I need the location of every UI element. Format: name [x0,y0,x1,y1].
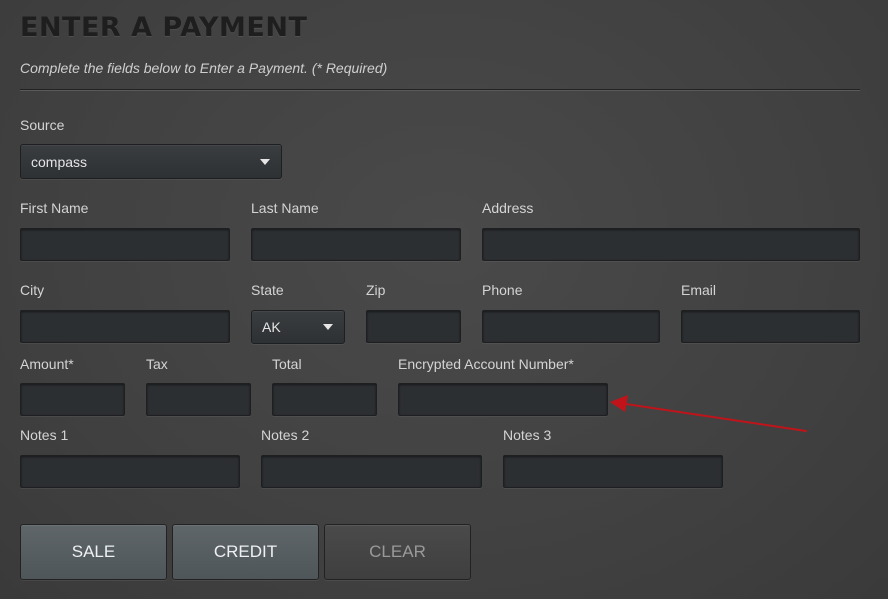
notes1-label: Notes 1 [20,427,69,443]
city-label: City [20,282,45,298]
tax-label: Tax [146,356,168,372]
notes3-label: Notes 3 [503,427,552,443]
arrow-shaft [625,403,807,432]
address-input[interactable] [482,228,860,261]
phone-input[interactable] [482,310,660,343]
city-input[interactable] [20,310,230,343]
email-label: Email [681,282,717,298]
notes2-input[interactable] [261,455,482,488]
zip-label: Zip [366,282,386,298]
address-label: Address [482,200,534,216]
arrow-head [610,395,628,412]
encrypted-account-input[interactable] [398,383,608,416]
header-divider [20,89,860,91]
total-input[interactable] [272,383,377,416]
last-name-input[interactable] [251,228,461,261]
credit-button[interactable]: CREDIT [172,524,319,580]
amount-label: Amount* [20,356,74,372]
sale-button[interactable]: SALE [20,524,167,580]
phone-label: Phone [482,282,523,298]
amount-input[interactable] [20,383,125,416]
total-label: Total [272,356,302,372]
first-name-input[interactable] [20,228,230,261]
state-label: State [251,282,284,298]
source-label: Source [20,117,65,133]
clear-button[interactable]: CLEAR [324,524,471,580]
state-selected-value: AK [262,319,281,335]
encrypted-account-label: Encrypted Account Number* [398,356,574,372]
chevron-down-icon [260,158,270,165]
tax-input[interactable] [146,383,251,416]
last-name-label: Last Name [251,200,319,216]
chevron-down-icon [323,324,333,330]
page-title: ENTER A PAYMENT [20,12,308,43]
source-select[interactable]: compass [20,144,282,179]
page-subtitle: Complete the fields below to Enter a Pay… [20,60,388,76]
notes3-input[interactable] [503,455,723,488]
state-select[interactable]: AK [251,310,345,344]
notes1-input[interactable] [20,455,240,488]
first-name-label: First Name [20,200,89,216]
email-input[interactable] [681,310,860,343]
notes2-label: Notes 2 [261,427,310,443]
source-selected-value: compass [31,153,88,170]
zip-input[interactable] [366,310,461,343]
